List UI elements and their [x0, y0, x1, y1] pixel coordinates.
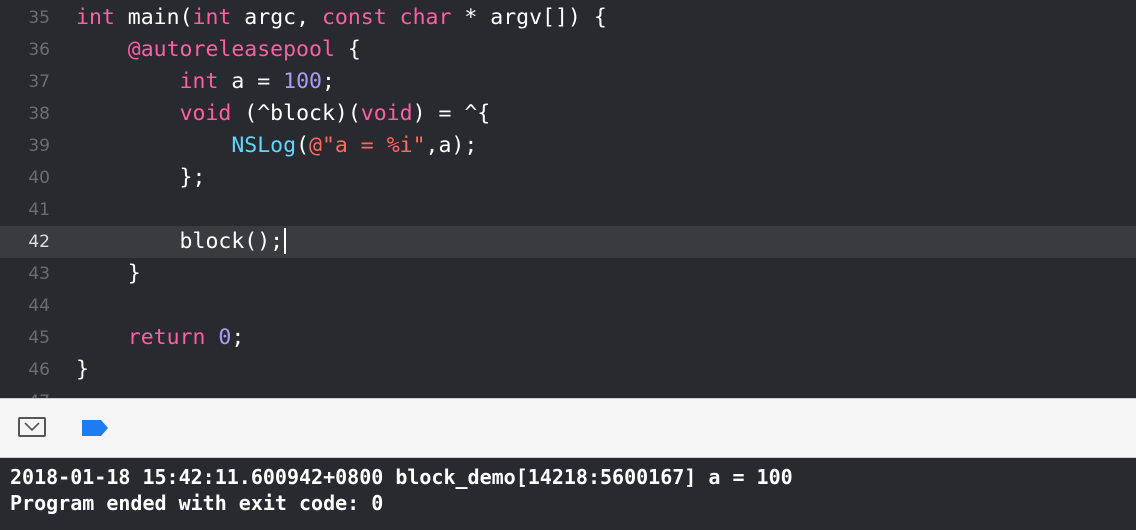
code-text: } [76, 357, 89, 382]
code-line[interactable]: 35 int main(int argc, const char * argv[]… [0, 2, 1136, 34]
code-text: block(); [76, 226, 287, 258]
code-line[interactable]: 36 @autoreleasepool { [0, 34, 1136, 66]
code-line[interactable]: 40 }; [0, 162, 1136, 194]
code-text: void (^block)(void) = ^{ [179, 101, 491, 126]
line-number: 36 [28, 40, 50, 60]
code-line[interactable]: 44 [0, 290, 1136, 322]
code-line[interactable]: 43 } [0, 258, 1136, 290]
hide-debug-area-icon[interactable] [18, 417, 46, 437]
line-number: 38 [28, 104, 50, 124]
debug-bar [0, 398, 1136, 458]
line-number: 40 [28, 168, 50, 188]
line-number: 39 [28, 136, 50, 156]
line-number: 45 [28, 328, 50, 348]
console-line: 2018-01-18 15:42:11.600942+0800 block_de… [10, 465, 793, 489]
code-line[interactable]: 38 void (^block)(void) = ^{ [0, 98, 1136, 130]
breakpoint-icon[interactable] [80, 419, 110, 437]
line-number: 35 [28, 8, 50, 28]
code-text: }; [76, 165, 206, 190]
code-line[interactable]: 37 int a = 100; [0, 66, 1136, 98]
line-number: 37 [28, 72, 50, 92]
code-line[interactable]: 41 [0, 194, 1136, 226]
scrollbar[interactable] [1136, 0, 1140, 530]
code-text: int a = 100; [179, 69, 335, 94]
code-text: NSLog(@"a = %i",a); [231, 133, 478, 158]
xcode-window: 35 int main(int argc, const char * argv[]… [0, 0, 1140, 530]
code-text: @autoreleasepool { [127, 37, 361, 62]
code-text: return 0; [127, 325, 245, 350]
line-number: 44 [28, 296, 50, 316]
console-output: 2018-01-18 15:42:11.600942+0800 block_de… [0, 458, 1136, 530]
chevron-down-icon [24, 422, 40, 432]
code-line[interactable]: 45 return 0; [0, 322, 1136, 354]
text-caret [284, 228, 287, 254]
line-number: 46 [28, 360, 50, 380]
line-number: 42 [28, 232, 50, 252]
code-text: } [76, 261, 141, 286]
line-number: 41 [28, 200, 50, 220]
console-line: Program ended with exit code: 0 [10, 491, 384, 515]
code-line[interactable]: 39 NSLog(@"a = %i",a); [0, 130, 1136, 162]
code-line[interactable]: 47 [0, 386, 1136, 398]
code-line[interactable]: 42 block(); [0, 226, 1136, 258]
line-number: 43 [28, 264, 50, 284]
code-line[interactable]: 46} [0, 354, 1136, 386]
code-editor[interactable]: 35 int main(int argc, const char * argv[]… [0, 0, 1136, 398]
code-text: int main(int argc, const char * argv[]) … [76, 5, 607, 30]
